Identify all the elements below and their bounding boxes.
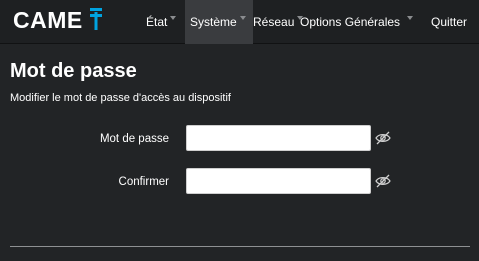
- top-navbar: CAME État Système Réseau Options Général…: [0, 0, 479, 44]
- password-field[interactable]: [186, 125, 371, 151]
- eye-slash-icon[interactable]: [375, 174, 391, 188]
- nav-options-label: Options Générales: [300, 15, 401, 29]
- came-mark-icon: [89, 8, 102, 30]
- nav-systeme-label: Système: [190, 15, 237, 29]
- brand-name: CAME: [13, 7, 83, 33]
- password-label: Mot de passe: [99, 133, 169, 145]
- nav-options-generales[interactable]: Options Générales: [300, 0, 414, 44]
- eye-slash-icon[interactable]: [375, 131, 391, 145]
- confirm-password-field[interactable]: [186, 168, 371, 194]
- nav-reseau-label: Réseau: [253, 15, 295, 29]
- nav-quitter-label: Quitter: [431, 15, 468, 29]
- nav-reseau[interactable]: Réseau: [253, 0, 304, 44]
- caret-down-icon: [239, 16, 246, 20]
- nav-quitter[interactable]: Quitter: [431, 0, 467, 44]
- divider: [10, 246, 470, 247]
- nav-etat-label: État: [146, 15, 168, 29]
- confirm-label: Confirmer: [118, 176, 169, 188]
- brand-logo[interactable]: CAME: [13, 6, 103, 34]
- caret-down-icon: [407, 16, 414, 20]
- page-title: Mot de passe: [10, 60, 137, 82]
- caret-down-icon: [170, 16, 177, 20]
- nav-etat[interactable]: État: [140, 0, 182, 44]
- nav-systeme[interactable]: Système: [185, 0, 253, 44]
- page-subtitle: Modifier le mot de passe d'accès au disp…: [10, 92, 231, 104]
